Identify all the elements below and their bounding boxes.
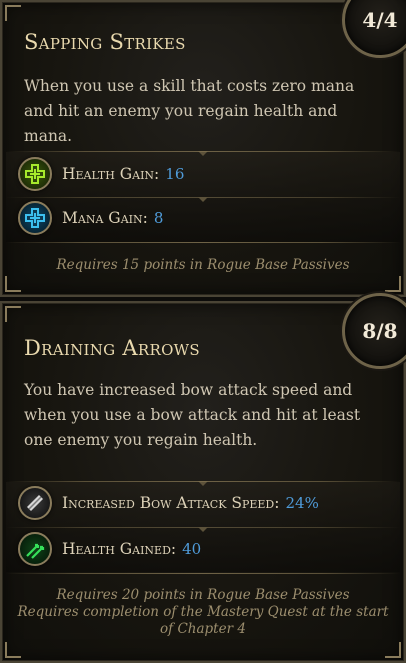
stat-row-mana-gain: Mana Gain: 8 [18, 201, 163, 235]
rank-badge: 4/4 [342, 0, 406, 58]
mana-gain-icon [18, 201, 52, 235]
node-title: Draining Arrows [24, 336, 200, 360]
requirement-line: Requires completion of the Mastery Quest… [17, 604, 389, 637]
stat-label: Health Gain: [62, 165, 160, 183]
frame-corner [5, 642, 21, 658]
stat-divider [6, 527, 400, 532]
section-divider [6, 573, 400, 574]
stat-label: Mana Gain: [62, 209, 148, 227]
node-description: When you use a skill that costs zero man… [24, 77, 355, 145]
frame-corner [385, 642, 401, 658]
requirements-text: Requires 20 points in Rogue Base Passive… [12, 587, 394, 638]
stat-value: 16 [165, 165, 185, 183]
frame-corner [5, 5, 21, 21]
stat-row-health-gain: Health Gain: 16 [18, 157, 184, 191]
passive-node-tooltip-sapping-strikes: Sapping Strikes 4/4 When you use a skill… [0, 0, 406, 297]
stat-value: 40 [182, 540, 202, 558]
rank-badge: 8/8 [342, 293, 406, 369]
stat-value: 24% [285, 494, 319, 512]
frame-corner [5, 276, 21, 292]
section-divider [6, 242, 400, 243]
node-description: You have increased bow attack speed and … [24, 381, 361, 449]
stat-row-health-gained: Health Gained: 40 [18, 532, 201, 566]
bow-attack-speed-icon [18, 486, 52, 520]
stat-value: 8 [153, 209, 164, 227]
requirement-line: Requires 20 points in Rogue Base Passive… [56, 587, 350, 603]
stat-row-bow-attack-speed: Increased Bow Attack Speed: 24% [18, 486, 319, 520]
health-gained-icon [18, 532, 52, 566]
passive-node-tooltip-draining-arrows: Draining Arrows 8/8 You have increased b… [0, 293, 406, 663]
stat-divider [6, 197, 400, 202]
frame-corner [5, 306, 21, 322]
node-title: Sapping Strikes [24, 30, 186, 54]
stat-label: Health Gained: [62, 540, 177, 558]
health-gain-icon [18, 157, 52, 191]
requirement-line: Requires 15 points in Rogue Base Passive… [56, 257, 350, 273]
requirements-text: Requires 15 points in Rogue Base Passive… [12, 257, 394, 274]
stat-label: Increased Bow Attack Speed: [62, 494, 280, 512]
frame-corner [385, 276, 401, 292]
